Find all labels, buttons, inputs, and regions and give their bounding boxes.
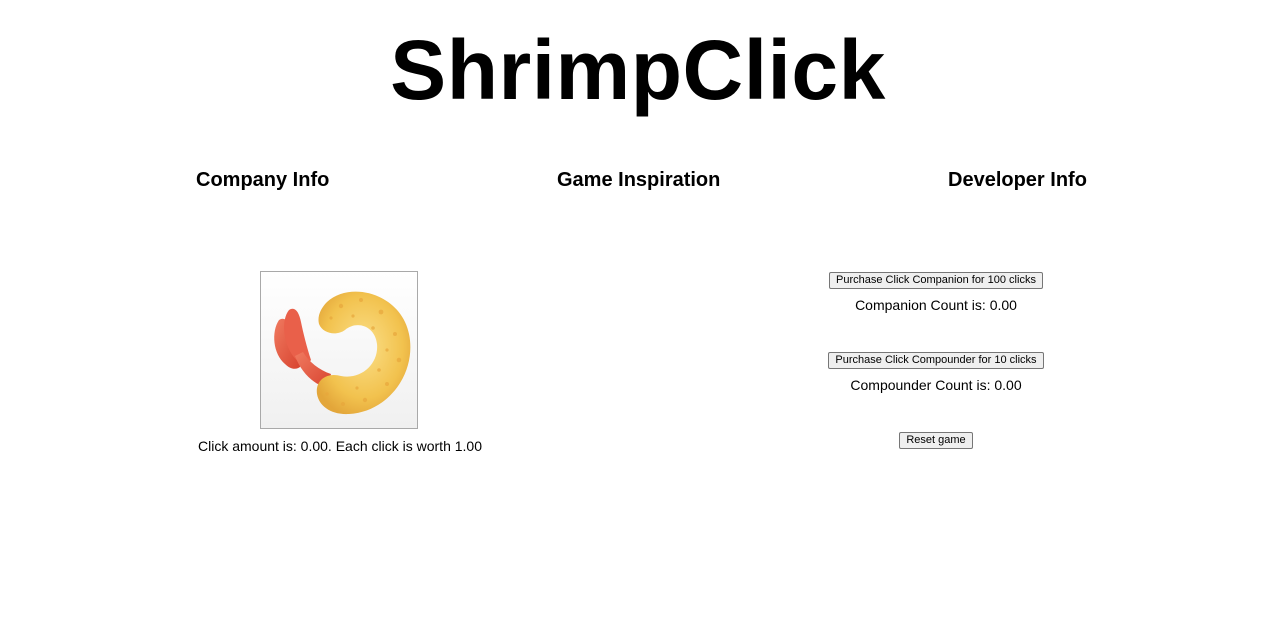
fried-shrimp-icon [274,291,411,415]
shrimp-click-button[interactable] [260,271,418,429]
reset-block: Reset game [736,430,1136,449]
compounder-block: Purchase Click Compounder for 10 clicks … [736,350,1136,430]
compounder-count: Compounder Count is: 0.00 [850,377,1022,393]
upgrades-panel: Purchase Click Companion for 100 clicks … [736,270,1136,449]
nav-game-inspiration[interactable]: Game Inspiration [557,168,720,192]
game-page: ShrimpClick Company Info Game Inspiratio… [0,0,1276,637]
purchase-companion-button[interactable]: Purchase Click Companion for 100 clicks [829,272,1043,289]
companion-block: Purchase Click Companion for 100 clicks … [736,270,1136,350]
companion-count: Companion Count is: 0.00 [855,297,1017,313]
reset-game-button[interactable]: Reset game [899,432,973,449]
game-title: ShrimpClick [390,23,886,117]
click-amount-status: Click amount is: 0.00. Each click is wor… [197,438,482,454]
nav-company-info[interactable]: Company Info [196,168,329,192]
purchase-compounder-button[interactable]: Purchase Click Compounder for 10 clicks [828,352,1044,369]
nav-developer-info[interactable]: Developer Info [948,168,1087,192]
